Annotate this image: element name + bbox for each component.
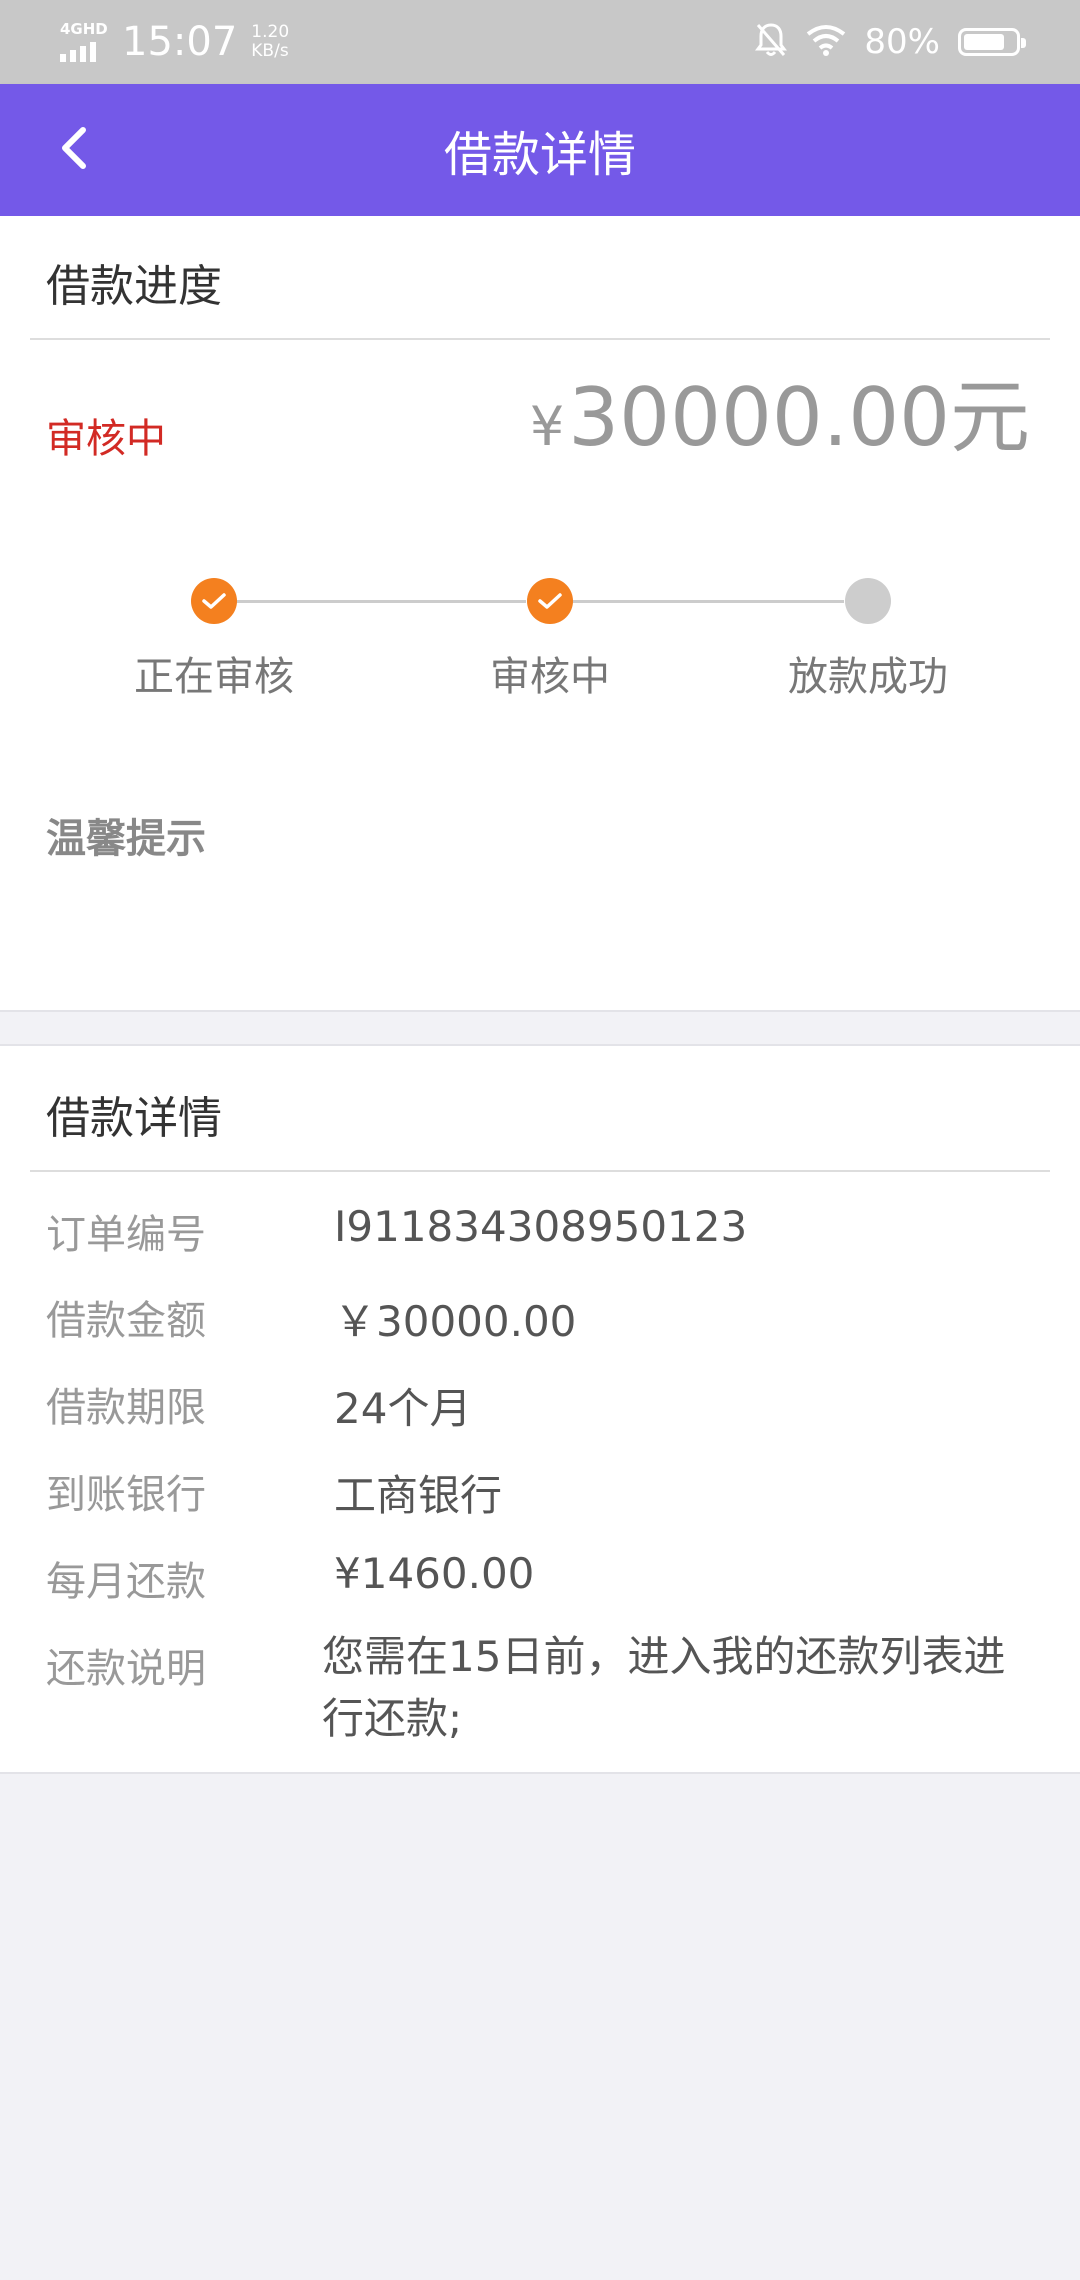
order-number-label: 订单编号 [46, 1212, 206, 1258]
step-connector-2 [572, 600, 844, 603]
amount-value: 30000.00元 [568, 371, 1030, 464]
loan-term-label: 借款期限 [46, 1385, 206, 1431]
bell-muted-icon [754, 21, 788, 63]
battery-percent: 80% [864, 22, 940, 62]
step-1-check-icon [191, 578, 237, 624]
loan-amount-label: 借款金额 [46, 1298, 206, 1344]
progress-section-title: 借款进度 [46, 261, 222, 312]
loan-term-value: 24个月 [334, 1384, 472, 1433]
network-speed: 1.20 KB/s [251, 23, 289, 61]
status-left: 4GHD 15:07 1.20 KB/s [60, 14, 289, 70]
currency-symbol: ¥ [529, 395, 565, 458]
battery-level [964, 34, 1004, 50]
network-type: 4GHD [60, 20, 108, 38]
step-2-label: 审核中 [490, 654, 610, 700]
tips-title: 温馨提示 [46, 816, 206, 862]
receiving-bank-value: 工商银行 [334, 1471, 503, 1520]
page-title: 借款详情 [443, 127, 636, 183]
step-1-label: 正在审核 [134, 654, 294, 700]
progress-divider [30, 338, 1050, 340]
signal-icon [60, 42, 96, 62]
status-right: 80% [754, 14, 1026, 70]
status-bar: 4GHD 15:07 1.20 KB/s 80% [0, 0, 1080, 84]
clock: 15:07 [122, 19, 238, 65]
order-number-value: I911834308950123 [334, 1202, 748, 1251]
step-connector-1 [236, 600, 526, 603]
step-2-check-icon [527, 578, 573, 624]
loan-status: 审核中 [46, 416, 166, 462]
monthly-payment-label: 每月还款 [46, 1559, 206, 1605]
speed-value: 1.20 [251, 22, 290, 42]
receiving-bank-label: 到账银行 [46, 1472, 206, 1518]
loan-amount-value: ￥30000.00 [334, 1297, 577, 1346]
app-header: 借款详情 [0, 84, 1080, 216]
details-section-title: 借款详情 [46, 1093, 222, 1144]
battery-icon [958, 28, 1026, 56]
loan-details-card: 借款详情 订单编号 I911834308950123 借款金额 ￥30000.0… [0, 1044, 1080, 1774]
wifi-icon [806, 24, 846, 60]
monthly-payment-value: ¥1460.00 [334, 1549, 535, 1598]
network-indicator: 4GHD [60, 20, 108, 64]
details-divider [30, 1170, 1050, 1172]
step-3-pending-icon [845, 578, 891, 624]
step-3-label: 放款成功 [788, 654, 948, 700]
speed-unit: KB/s [251, 41, 289, 61]
repayment-note-label: 还款说明 [46, 1646, 206, 1692]
loan-progress-card: 借款进度 审核中 ¥30000.00元 正在审核 审核中 放款成功 温馨提示 [0, 216, 1080, 1012]
repayment-note-value: 您需在15日前，进入我的还款列表进行还款; [322, 1632, 1006, 1743]
loan-amount: ¥30000.00元 [530, 378, 1030, 458]
